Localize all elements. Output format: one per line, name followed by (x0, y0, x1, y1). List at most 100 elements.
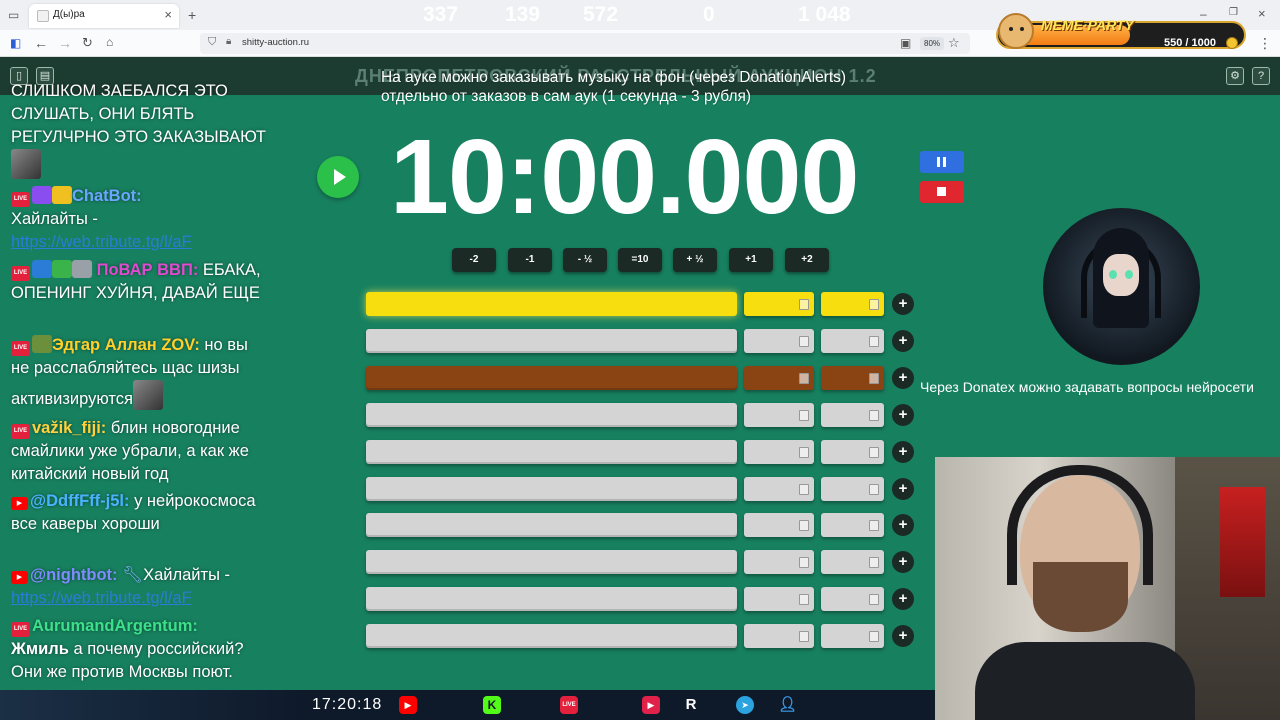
chat-username: važik_fiji: (32, 419, 107, 437)
lot-amount-input[interactable] (744, 624, 814, 648)
zoom-level[interactable]: 80% (920, 37, 945, 50)
lot-extra-input[interactable] (821, 366, 884, 390)
emote-icon (52, 260, 72, 278)
timer-set-10-button[interactable]: =10 (618, 248, 662, 272)
home-icon[interactable]: ⌂ (106, 36, 113, 48)
chat-username: @nightbot: (30, 566, 118, 584)
add-to-lot-button[interactable]: + (892, 551, 914, 573)
lot-amount-input[interactable] (744, 329, 814, 353)
lot-extra-input[interactable] (821, 440, 884, 464)
lot-name-input[interactable] (366, 292, 737, 316)
lot-name-input[interactable] (366, 329, 737, 353)
lot-name-input[interactable] (366, 550, 737, 574)
settings-gear-icon[interactable]: ⚙ (1226, 67, 1244, 85)
forward-icon[interactable]: → (58, 36, 72, 50)
lot-extra-input[interactable] (821, 624, 884, 648)
lock-icon[interactable]: 🔒︎ (226, 36, 231, 47)
lot-amount-input[interactable] (744, 292, 814, 316)
emote-icon (32, 335, 52, 353)
add-to-lot-button[interactable]: + (892, 293, 914, 315)
reader-icon[interactable]: ▣ (900, 37, 911, 49)
chat-message: LIVE ПоВАР ВВП: ЕБАКА, ОПЕНИНГ ХУЙНЯ, ДА… (11, 259, 267, 305)
lot-extra-input[interactable] (821, 513, 884, 537)
add-to-lot-button[interactable]: + (892, 367, 914, 389)
lot-name-input[interactable] (366, 403, 737, 427)
emote-icon (72, 260, 92, 278)
chat-link[interactable]: https://web.tribute.tg/l/aF (11, 233, 192, 251)
live-badge-icon: LIVE (11, 424, 30, 439)
lot-amount-input[interactable] (744, 440, 814, 464)
add-to-lot-button[interactable]: + (892, 588, 914, 610)
bookmark-star-icon[interactable]: ☆ (948, 36, 960, 49)
stream-clock: 17:20:18 (312, 696, 383, 713)
total-viewers: 1 048 (798, 3, 851, 26)
add-to-lot-button[interactable]: + (892, 514, 914, 536)
lot-amount-input[interactable] (744, 477, 814, 501)
lot-row: + (366, 624, 916, 648)
timer-plus-1-button[interactable]: +1 (729, 248, 773, 272)
avatar-eye (1109, 270, 1117, 279)
coin-icon (1226, 37, 1238, 49)
url-text[interactable]: shitty-auction.ru (242, 37, 309, 48)
chat-message: LIVE AurumandArgentum: Жмиль а почему рос… (11, 615, 267, 684)
lot-extra-input[interactable] (821, 292, 884, 316)
lot-name-input[interactable] (366, 366, 737, 390)
emote-icon (11, 149, 41, 179)
sidebar-toggle-icon[interactable]: ◧ (10, 37, 21, 49)
add-to-lot-button[interactable]: + (892, 330, 914, 352)
lot-amount-input[interactable] (744, 403, 814, 427)
emote-icon (52, 186, 72, 204)
tab-title: Д(ы)ра (53, 9, 85, 20)
lot-name-input[interactable] (366, 440, 737, 464)
add-to-lot-button[interactable]: + (892, 441, 914, 463)
lot-name-input[interactable] (366, 513, 737, 537)
timer-minus-half-button[interactable]: - ½ (563, 248, 607, 272)
timer-plus-half-button[interactable]: + ½ (673, 248, 717, 272)
reload-icon[interactable]: ↻ (82, 36, 93, 49)
address-bar[interactable]: ⛉ 🔒︎ shitty-auction.ru ▣ 80% ☆ (200, 33, 970, 54)
chat-username: ChatBot: (72, 187, 142, 205)
timer-plus-2-button[interactable]: +2 (785, 248, 829, 272)
add-to-lot-button[interactable]: + (892, 478, 914, 500)
chat-username: Эдгар Аллан ZOV: (52, 336, 200, 354)
tab-list-icon[interactable]: ▭ (8, 9, 19, 21)
live-badge-icon: LIVE (11, 192, 30, 207)
lot-extra-input[interactable] (821, 329, 884, 353)
webcam-background-flag (1220, 487, 1265, 597)
chat-username: AurumandArgentum: (32, 617, 198, 635)
browser-tab[interactable]: Д(ы)ра × (29, 4, 179, 28)
back-icon[interactable]: ← (34, 36, 48, 50)
pause-button[interactable] (920, 151, 964, 173)
add-to-lot-button[interactable]: + (892, 625, 914, 647)
lot-amount-input[interactable] (744, 366, 814, 390)
menu-icon[interactable]: ⋮ (1258, 36, 1272, 50)
lot-name-input[interactable] (366, 477, 737, 501)
chat-link[interactable]: https://web.tribute.tg/l/aF (11, 589, 192, 607)
help-icon[interactable]: ? (1252, 67, 1270, 85)
kick-viewers: 139 (505, 3, 541, 26)
new-tab-icon[interactable]: + (188, 8, 196, 22)
timer-minus-1-button[interactable]: -1 (508, 248, 552, 272)
close-tab-icon[interactable]: × (164, 7, 172, 22)
lot-extra-input[interactable] (821, 587, 884, 611)
chat-message: LIVE važik_fiji: блин новогодние смайлики… (11, 417, 267, 486)
lot-amount-input[interactable] (744, 513, 814, 537)
play-button[interactable] (317, 156, 359, 198)
lot-name-input[interactable] (366, 587, 737, 611)
shield-icon[interactable]: ⛉ (208, 36, 216, 49)
live-badge-icon: LIVE (11, 341, 30, 356)
lot-extra-input[interactable] (821, 550, 884, 574)
live-badge-icon: LIVE (560, 696, 578, 714)
add-to-lot-button[interactable]: + (892, 404, 914, 426)
telegram-icon: ➤ (736, 696, 754, 714)
timer-minus-2-button[interactable]: -2 (452, 248, 496, 272)
stop-button[interactable] (920, 181, 964, 203)
rumble-icon: R (685, 696, 697, 713)
lot-extra-input[interactable] (821, 477, 884, 501)
close-window-icon[interactable]: × (1258, 7, 1266, 20)
lot-name-input[interactable] (366, 624, 737, 648)
chat-message-text: Хайлайты - (11, 210, 98, 228)
lot-amount-input[interactable] (744, 587, 814, 611)
lot-extra-input[interactable] (821, 403, 884, 427)
lot-amount-input[interactable] (744, 550, 814, 574)
